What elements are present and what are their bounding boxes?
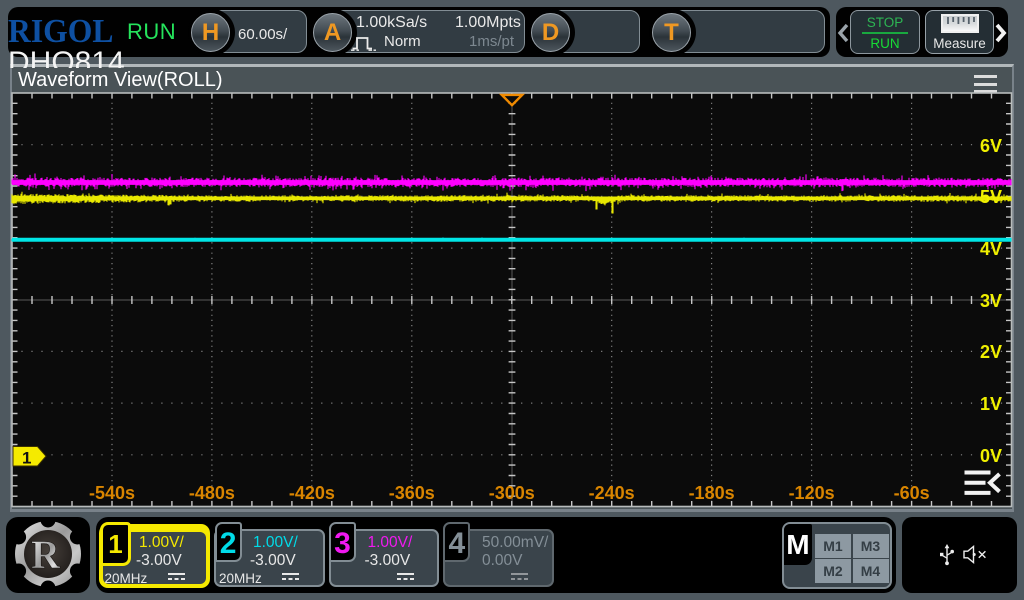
svg-text:R: R bbox=[31, 532, 61, 577]
svg-text:1: 1 bbox=[22, 449, 31, 468]
